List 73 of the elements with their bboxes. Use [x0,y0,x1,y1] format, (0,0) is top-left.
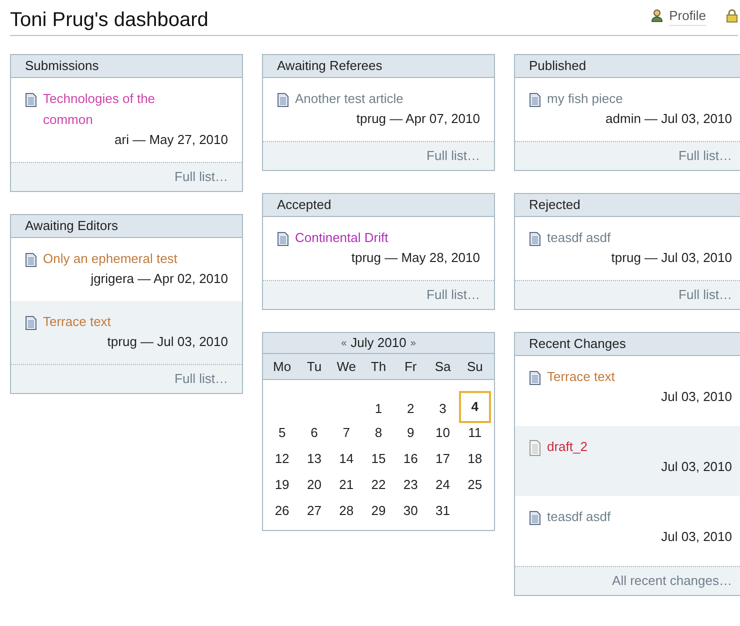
calendar-day[interactable]: 18 [458,446,491,472]
article-link[interactable]: Another test article [295,88,404,109]
article-link[interactable]: teasdf asdf [547,227,611,248]
calendar-day[interactable]: 6 [298,420,330,446]
calendar-day[interactable]: 13 [298,446,330,472]
full-list-link[interactable]: Full list… [426,285,480,305]
calendar-day[interactable]: 8 [362,420,395,446]
calendar-day[interactable]: 22 [362,472,395,498]
profile-link[interactable]: Profile [669,6,706,26]
calendar-day[interactable]: 17 [426,446,459,472]
calendar-day[interactable]: 30 [394,498,427,524]
weekday-label: Su [466,358,484,376]
calendar-day[interactable]: 31 [426,498,459,524]
calendar-day[interactable]: 10 [426,420,459,446]
calendar-day[interactable]: 26 [266,498,298,524]
panel-header: Recent Changes [515,333,740,356]
calendar-day[interactable]: 23 [394,472,427,498]
calendar-day[interactable]: 14 [330,446,362,472]
calendar-day[interactable]: 19 [266,472,298,498]
calendar-day[interactable]: 20 [298,472,330,498]
weekday-label: Mo [272,358,292,376]
full-list-link[interactable]: Full list… [174,369,228,389]
author-date: Jul 03, 2010 [660,528,732,546]
article-link[interactable]: Continental Drift [295,227,388,248]
article-link[interactable]: my fish piece [547,88,623,109]
full-list-link[interactable]: Full list… [678,285,732,305]
calendar-day[interactable]: 12 [266,446,298,472]
calendar-day[interactable]: 16 [394,446,427,472]
calendar-day[interactable]: 28 [330,498,362,524]
calendar-day[interactable]: 3 [426,394,459,423]
author-date: admin — Jul 03, 2010 [604,110,732,128]
calendar-day[interactable]: 2 [394,394,427,423]
calendar-day[interactable]: 5 [266,420,298,446]
weekday-label: Th [370,358,388,376]
panel-header: Published [515,55,740,78]
calendar-day[interactable]: 29 [362,498,395,524]
previous-month-link[interactable]: « [341,336,347,350]
page-title: Toni Prug's dashboard [10,8,208,32]
author-date: tprug — May 28, 2010 [350,249,480,267]
weekday-label: We [336,358,357,376]
calendar-day[interactable]: 25 [458,472,491,498]
calendar-day[interactable]: 1 [362,394,395,423]
author-date: Jul 03, 2010 [660,388,732,406]
author-date: tprug — Jul 03, 2010 [106,333,228,351]
author-date: jgrigera — Apr 02, 2010 [90,270,228,288]
author-date: Jul 03, 2010 [660,458,732,476]
full-list-link[interactable]: Full list… [678,146,732,166]
calendar-day[interactable]: 4 [458,391,491,423]
author-date: ari — May 27, 2010 [114,131,228,149]
full-list-link[interactable]: Full list… [426,146,480,166]
calendar-day[interactable]: 21 [330,472,362,498]
calendar-day[interactable]: 27 [298,498,330,524]
weekday-label: Sa [434,358,452,376]
calendar-day[interactable]: 15 [362,446,395,472]
calendar-day[interactable]: 24 [426,472,459,498]
weekday-label: Tu [306,358,323,376]
month-label: July 2010 [350,334,406,352]
panel-header: Submissions [11,55,242,78]
article-link[interactable]: draft_2 [547,436,588,457]
weekday-label: Fr [403,358,418,376]
panel-header: Awaiting Editors [11,215,242,238]
article-link[interactable]: teasdf asdf [547,506,611,527]
calendar-day[interactable]: 9 [394,420,427,446]
panel-header: Accepted [263,194,494,217]
next-month-link[interactable]: » [410,336,416,350]
calendar-day[interactable]: 7 [330,420,362,446]
full-list-link[interactable]: Full list… [174,167,228,187]
calendar-day[interactable]: 11 [458,420,491,446]
panel-header: Rejected [515,194,740,217]
author-date: tprug — Apr 07, 2010 [355,110,480,128]
author-date: tprug — Jul 03, 2010 [610,249,732,267]
panel-header: Awaiting Referees [263,55,494,78]
article-link[interactable]: Technologies of the common [43,88,198,130]
